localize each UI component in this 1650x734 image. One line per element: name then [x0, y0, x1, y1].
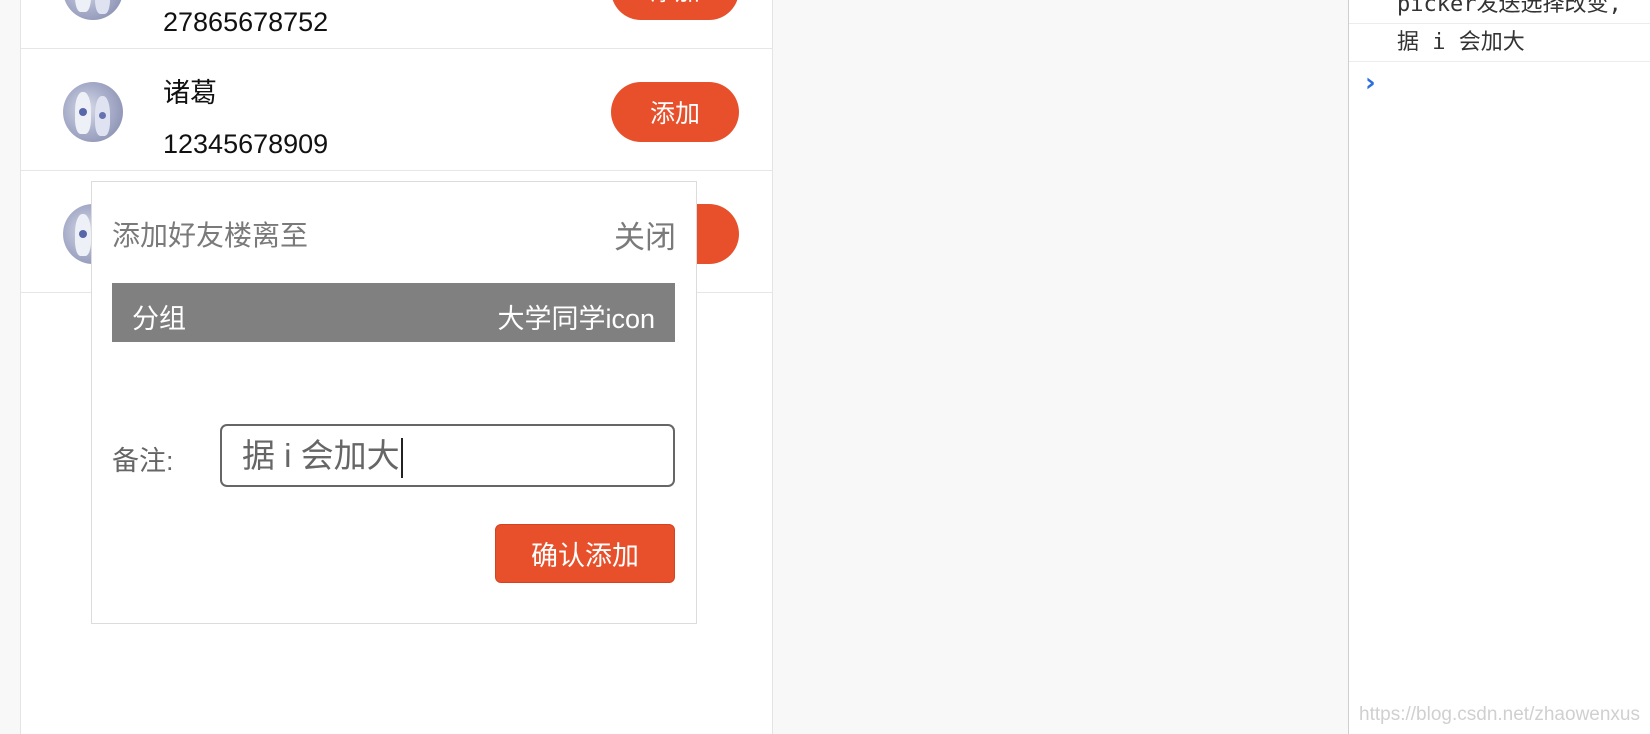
- avatar: [63, 82, 123, 142]
- app-panel: 27865678752 添加 诸葛 12345678909 添加 添加好友楼离至…: [20, 0, 773, 734]
- console-line: picker发送选择改变,: [1349, 0, 1650, 24]
- contact-phone: 12345678909: [163, 129, 329, 159]
- remark-label: 备注:: [112, 446, 174, 476]
- group-value: 大学同学icon: [497, 304, 655, 334]
- dialog-title: 添加好友楼离至: [112, 220, 309, 251]
- add-friend-button[interactable]: 添加: [611, 0, 739, 20]
- watermark: https://blog.csdn.net/zhaowenxus: [1359, 704, 1640, 725]
- contact-row[interactable]: 27865678752 添加: [21, 0, 772, 49]
- console-panel: picker发送选择改变, 据 i 会加大 ›: [1348, 0, 1650, 734]
- group-label: 分组: [132, 304, 186, 334]
- contact-row[interactable]: 诸葛 12345678909 添加: [21, 49, 772, 171]
- console-line: 据 i 会加大: [1349, 24, 1650, 62]
- add-friend-button[interactable]: 添加: [611, 82, 739, 142]
- close-button[interactable]: 关闭: [614, 212, 676, 257]
- remark-input[interactable]: 据 i 会加大: [220, 424, 675, 487]
- confirm-add-button[interactable]: 确认添加: [495, 524, 675, 583]
- add-friend-dialog: 添加好友楼离至 关闭 分组 大学同学icon 备注: 据 i 会加大 确认添加: [91, 181, 697, 624]
- avatar: [63, 0, 123, 20]
- group-picker[interactable]: 分组 大学同学icon: [112, 283, 675, 342]
- console-prompt-icon[interactable]: ›: [1365, 68, 1376, 98]
- contact-phone: 27865678752: [163, 7, 329, 37]
- text-caret: [400, 438, 403, 479]
- remark-input-value: 据 i 会加大: [242, 437, 400, 474]
- contact-name: 诸葛: [163, 78, 217, 108]
